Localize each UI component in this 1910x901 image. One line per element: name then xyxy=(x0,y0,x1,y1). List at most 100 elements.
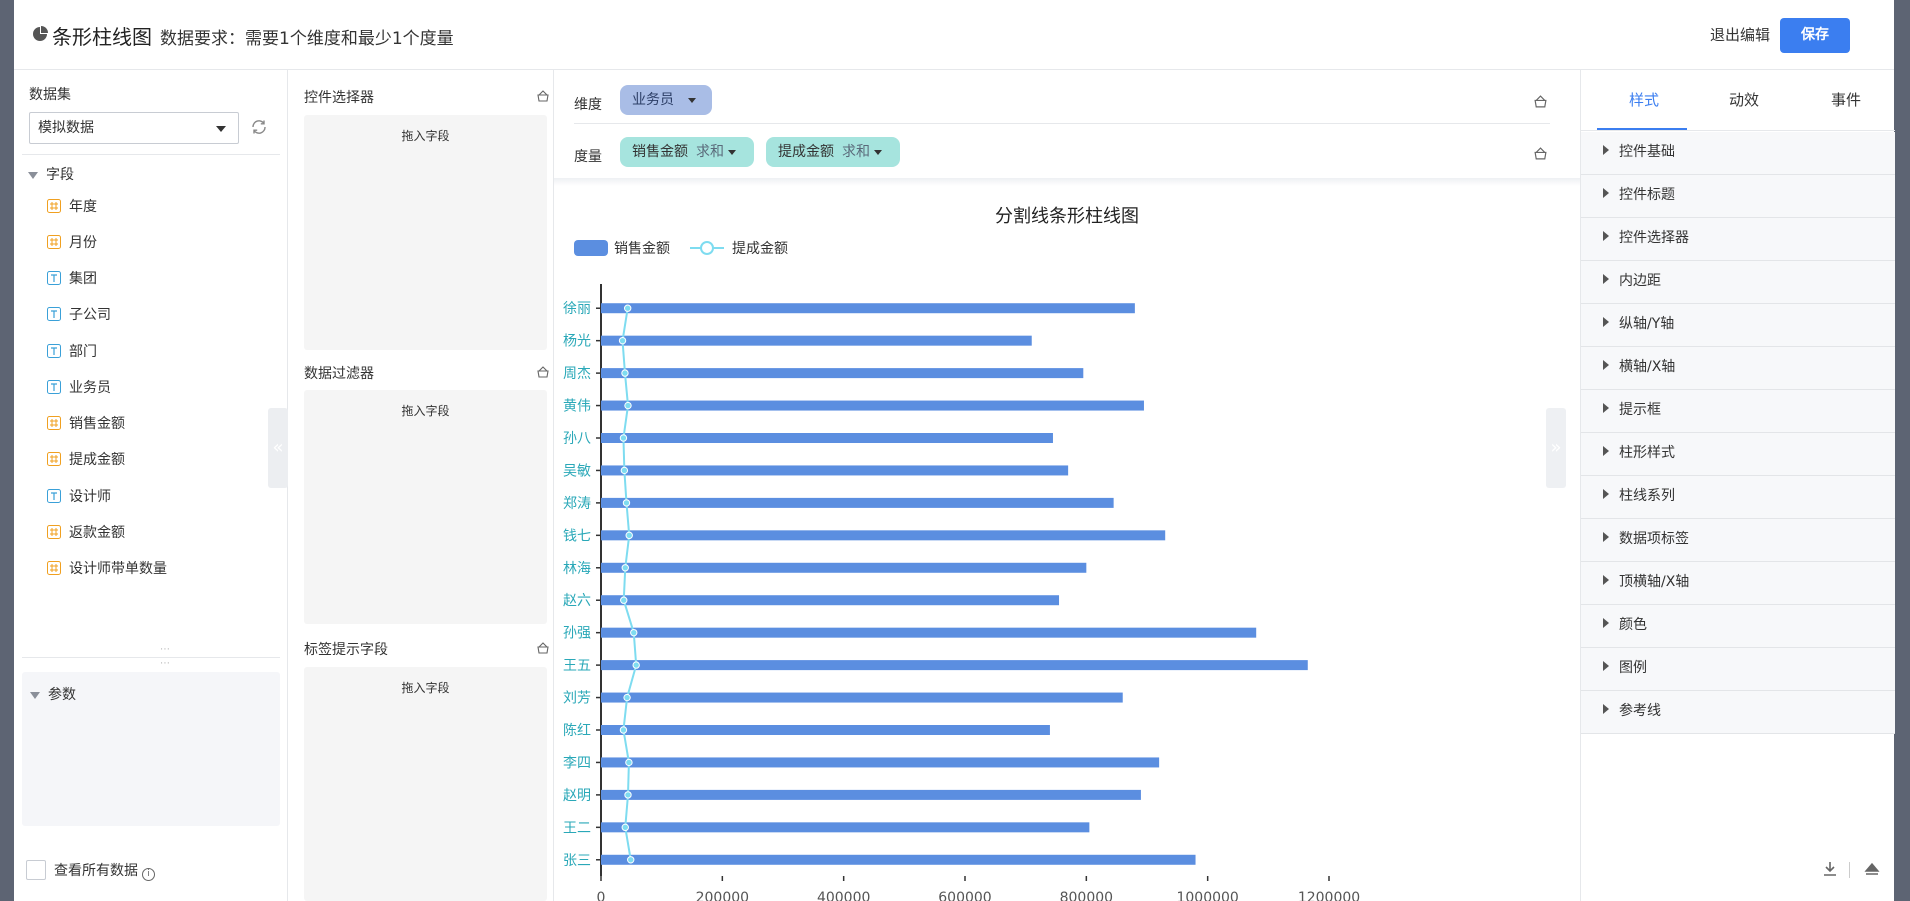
chart-plot: 张三 王二 赵明 李四 陈红 刘芳 王五 孙强 赵六 林海 钱七 郑涛 吴敏 孙八 黄伟 周杰 杨光 徐丽 0 200… xyxy=(563,284,1360,901)
dataset-label: 数据集 xyxy=(29,87,71,103)
chevron-down-icon[interactable] xyxy=(688,97,696,103)
download-icon[interactable] xyxy=(1821,860,1839,878)
section-bar-line-series[interactable]: 柱线系列 xyxy=(1581,476,1895,519)
caret-right-icon xyxy=(1603,274,1609,284)
section-x-axis[interactable]: 横轴/X轴 xyxy=(1581,347,1895,390)
drop-zone-text: 拖入字段 xyxy=(401,681,450,695)
line-point xyxy=(630,628,638,637)
fields-group-header[interactable]: 字段 xyxy=(28,164,74,184)
line-point xyxy=(618,336,627,345)
section-reference-line[interactable]: 参考线 xyxy=(1581,691,1895,734)
y-tick-label: 张三 xyxy=(563,853,591,869)
field-item[interactable]: 年度 xyxy=(47,197,97,217)
fields-group-label: 字段 xyxy=(46,167,74,183)
line-point xyxy=(624,401,632,410)
measure-pill[interactable]: 销售金额 求和 xyxy=(620,137,754,167)
number-field-icon xyxy=(47,452,61,466)
clear-icon[interactable] xyxy=(536,641,550,655)
caret-right-icon xyxy=(1603,618,1609,628)
bar xyxy=(601,465,1069,476)
section-widget-selector[interactable]: 控件选择器 xyxy=(1581,218,1895,261)
info-icon[interactable]: i xyxy=(142,868,155,881)
x-tick-label: 400000 xyxy=(817,890,870,901)
line-point xyxy=(619,434,628,442)
measure-row: 度量 销售金额 求和 提成金额 求和 xyxy=(574,136,1550,176)
dataset-select[interactable]: 模拟数据 xyxy=(29,112,239,144)
chevron-down-icon[interactable] xyxy=(874,149,882,155)
exit-edit-button[interactable]: 退出编辑 xyxy=(1710,24,1770,45)
section-top-x-axis[interactable]: 顶横轴/X轴 xyxy=(1581,562,1895,605)
params-section: 参数 xyxy=(22,672,280,826)
drop-zone-text: 拖入字段 xyxy=(401,129,450,143)
clear-icon[interactable] xyxy=(1533,94,1548,109)
clear-icon[interactable] xyxy=(536,365,550,379)
tab-style[interactable]: 样式 xyxy=(1629,89,1659,110)
field-item[interactable]: 集团 xyxy=(47,269,97,289)
section-y-axis[interactable]: 纵轴/Y轴 xyxy=(1581,304,1895,347)
y-tick-label: 林海 xyxy=(563,561,591,577)
clear-icon[interactable] xyxy=(536,89,550,103)
section-label: 提示框 xyxy=(1619,402,1661,418)
field-item[interactable]: 月份 xyxy=(47,233,97,253)
resize-grip-icon[interactable]: ⋯ xyxy=(160,644,171,655)
backdrop-right xyxy=(1894,0,1910,901)
chevron-down-icon[interactable] xyxy=(728,149,736,155)
field-label: 部门 xyxy=(69,344,97,360)
view-all-data-label: 查看所有数据 i xyxy=(54,860,155,881)
section-padding[interactable]: 内边距 xyxy=(1581,261,1895,304)
collapse-right-handle[interactable]: » xyxy=(1546,408,1566,488)
drop-zone-text: 拖入字段 xyxy=(401,404,450,418)
y-tick-label: 周杰 xyxy=(563,366,591,382)
caret-right-icon xyxy=(1603,145,1609,155)
dimension-pill[interactable]: 业务员 xyxy=(620,85,712,115)
field-item[interactable]: 部门 xyxy=(47,342,97,362)
field-label: 设计师 xyxy=(69,489,111,505)
field-item[interactable]: 销售金额 xyxy=(47,414,125,434)
measure-pill[interactable]: 提成金额 求和 xyxy=(766,137,900,167)
tab-events[interactable]: 事件 xyxy=(1831,89,1861,110)
clear-icon[interactable] xyxy=(1533,146,1548,161)
field-item[interactable]: 返款金额 xyxy=(47,523,125,543)
section-widget-title[interactable]: 控件标题 xyxy=(1581,175,1895,218)
caret-right-icon xyxy=(1603,575,1609,585)
field-item[interactable]: 提成金额 xyxy=(47,450,125,470)
bar xyxy=(601,692,1123,703)
y-tick-label: 孙八 xyxy=(563,431,591,447)
section-label: 控件选择器 xyxy=(1619,230,1689,246)
drop-zone-filter[interactable]: 拖入字段 xyxy=(304,390,547,624)
refresh-icon[interactable] xyxy=(250,118,268,136)
section-bar-style[interactable]: 柱形样式 xyxy=(1581,433,1895,476)
legend-label-sales: 销售金额 xyxy=(614,241,670,257)
chart-legend[interactable]: 销售金额 提成金额 xyxy=(574,240,788,257)
field-item[interactable]: 子公司 xyxy=(47,305,111,325)
chart-title: 分割线条形柱线图 xyxy=(995,206,1139,227)
params-group-header[interactable]: 参数 xyxy=(30,684,76,704)
resize-grip-icon[interactable]: ⋯ xyxy=(160,658,171,669)
line-point xyxy=(621,823,629,832)
drop-zone-selector[interactable]: 拖入字段 xyxy=(304,115,547,350)
commission-line xyxy=(621,308,638,860)
tab-animation[interactable]: 动效 xyxy=(1729,89,1759,110)
field-item[interactable]: 设计师带单数量 xyxy=(47,559,167,579)
line-point xyxy=(632,661,640,669)
section-legend[interactable]: 图例 xyxy=(1581,648,1895,691)
line-point xyxy=(623,693,631,702)
line-point xyxy=(619,726,628,734)
section-label-selector: 控件选择器 xyxy=(304,90,374,106)
collapse-left-handle[interactable]: « xyxy=(268,408,288,488)
field-item[interactable]: 业务员 xyxy=(47,378,111,398)
bar xyxy=(601,562,1087,573)
save-button[interactable]: 保存 xyxy=(1780,18,1850,53)
view-all-data-checkbox[interactable] xyxy=(26,860,46,880)
drop-zone-tooltip[interactable]: 拖入字段 xyxy=(304,667,547,901)
modal-header: 条形柱线图 数据要求：需要1个维度和最少1个度量 退出编辑 保存 xyxy=(14,0,1894,70)
eject-icon[interactable] xyxy=(1863,860,1881,878)
section-color[interactable]: 颜色 xyxy=(1581,605,1895,648)
chart-type-title: 条形柱线图 xyxy=(52,25,152,49)
field-item[interactable]: 设计师 xyxy=(47,487,111,507)
bar xyxy=(601,400,1144,411)
section-widget-basics[interactable]: 控件基础 xyxy=(1581,132,1895,175)
section-tooltip[interactable]: 提示框 xyxy=(1581,390,1895,433)
section-data-labels[interactable]: 数据项标签 xyxy=(1581,519,1895,562)
legend-label-commission: 提成金额 xyxy=(732,241,788,257)
